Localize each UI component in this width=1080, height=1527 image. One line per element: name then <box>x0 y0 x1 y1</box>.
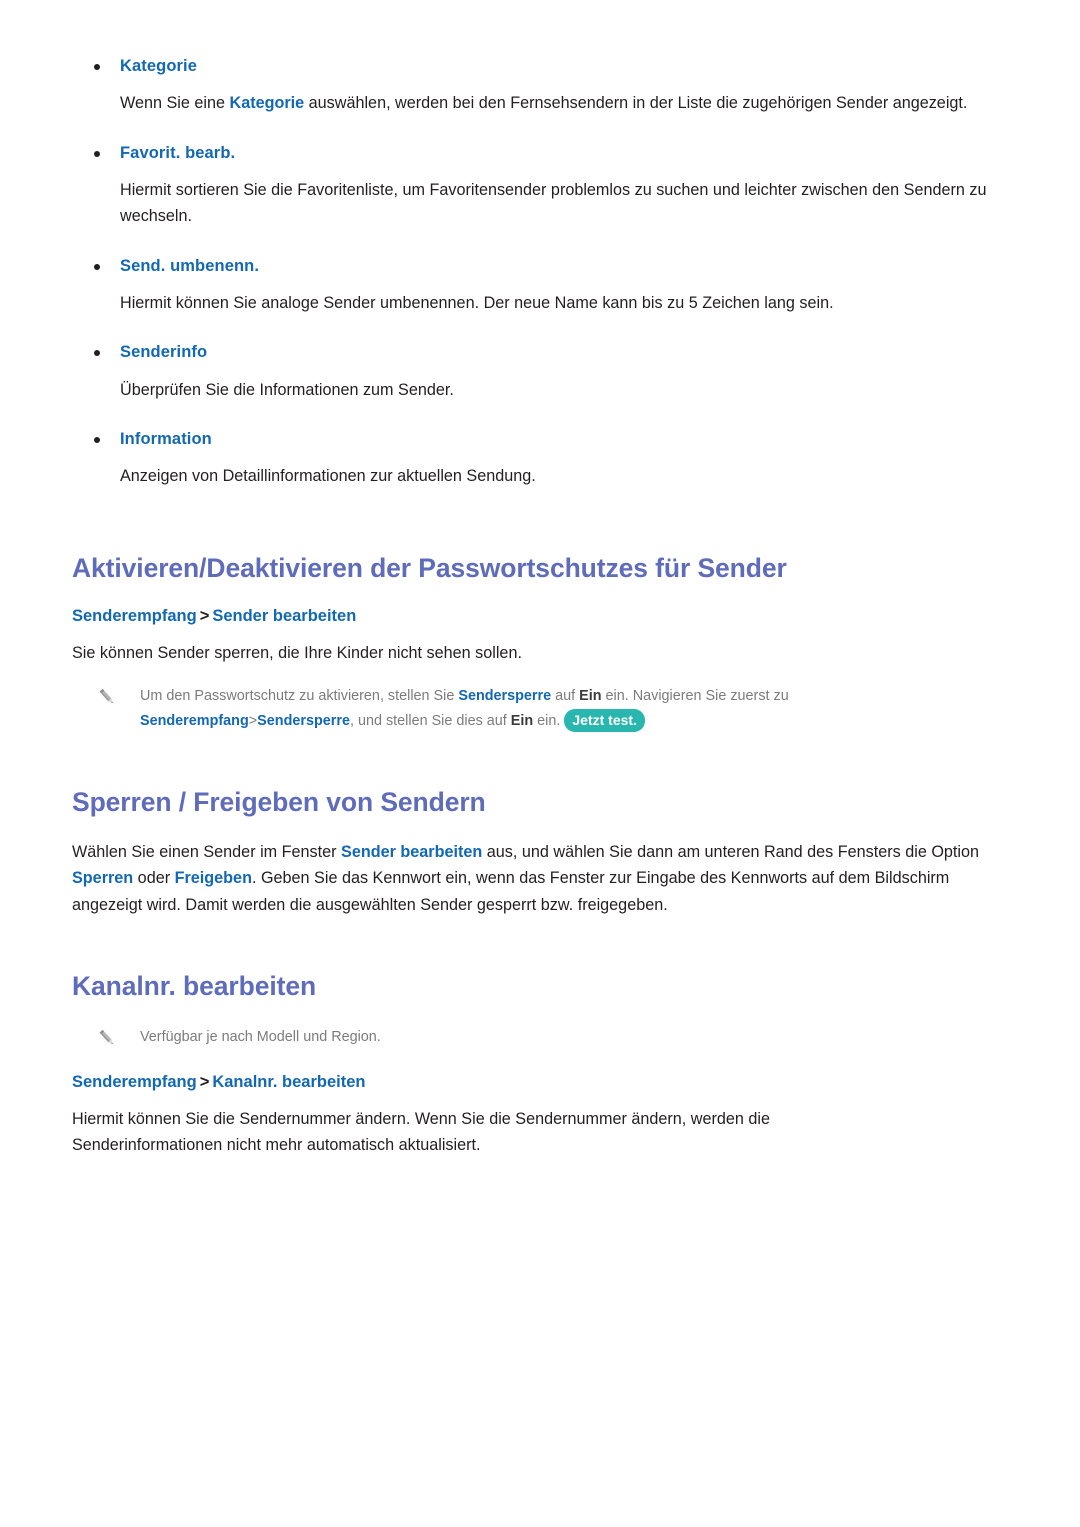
try-now-button[interactable]: Jetzt test. <box>564 709 645 733</box>
page-title-lock-unlock: Sperren / Freigeben von Sendern <box>72 786 486 817</box>
bullet-dot-icon <box>94 350 100 357</box>
inline-menu-kategorie: Kategorie <box>229 94 305 113</box>
paragraph-edit-channel-number: Hiermit können Sie die Sendernummer ände… <box>72 1110 770 1155</box>
bullet-dot-icon <box>94 436 100 443</box>
note-menu-sendersperre-2: Sendersperre <box>257 713 350 730</box>
paragraph-lock-unlock: Wählen Sie einen Sender im Fenster Sende… <box>72 839 992 918</box>
option-heading-senderinfo: Senderinfo <box>72 342 1000 363</box>
list-item: Senderinfo Überprüfen Sie die Informatio… <box>72 342 1000 403</box>
note-menu-senderempfang: Senderempfang <box>140 713 249 730</box>
option-label: Kategorie <box>120 57 198 75</box>
inline-menu-sperren: Sperren <box>72 869 134 888</box>
option-description-send-umbenenn: Hiermit können Sie analoge Sender umbene… <box>120 294 834 313</box>
note-text-5: ein. <box>533 713 565 730</box>
option-label: Favorit. bearb. <box>120 143 236 162</box>
bullet-dot-icon <box>94 64 100 70</box>
section-password-protection: Aktivieren/Deaktivieren der Passwortschu… <box>72 552 1000 734</box>
paragraph-password-intro: Sie können Sender sperren, die Ihre Kind… <box>72 644 522 663</box>
breadcrumb-sender-bearbeiten: Senderempfang > Sender bearbeiten <box>72 606 1000 627</box>
note-password-protection: Um den Passwortschutz zu aktivieren, ste… <box>90 684 1000 734</box>
note-text-model-region: Verfügbar je nach Modell und Region. <box>140 1028 381 1045</box>
note-text-3: ein. Navigieren Sie zuerst zu <box>601 688 789 705</box>
breadcrumb-item-first[interactable]: Senderempfang <box>72 1073 197 1091</box>
note-model-region: Verfügbar je nach Modell und Region. <box>90 1025 1000 1050</box>
option-description-kategorie: Wenn Sie eine Kategorie auswählen, werde… <box>120 90 1000 116</box>
breadcrumb-kanalnr-bearbeiten: Senderempfang > Kanalnr. bearbeiten <box>72 1072 1000 1093</box>
note-value-ein-2: Ein <box>510 713 534 730</box>
note-text-4: , und stellen Sie dies auf <box>349 713 511 730</box>
desc-text-tail: auswählen, werden bei den Fernsehsendern… <box>304 94 968 113</box>
option-label: Send. umbenenn. <box>120 256 260 275</box>
pencil-icon <box>96 686 118 708</box>
note-value-ein-1: Ein <box>579 688 602 705</box>
list-item: Send. umbenenn. Hiermit können Sie analo… <box>72 256 1000 317</box>
section-lock-unlock-channels: Sperren / Freigeben von Sendern Wählen S… <box>72 786 1000 918</box>
desc-text-lead: Wenn Sie eine <box>120 94 230 113</box>
inline-menu-freigeben: Freigeben <box>174 869 252 888</box>
lock-text-2: aus, und wählen Sie dann am unteren Rand… <box>482 843 980 862</box>
option-list: Kategorie Wenn Sie eine Kategorie auswäh… <box>72 56 1000 490</box>
list-item: Kategorie Wenn Sie eine Kategorie auswäh… <box>72 56 1000 117</box>
lock-text-3: oder <box>133 869 175 888</box>
breadcrumb-item-first[interactable]: Senderempfang <box>72 607 197 625</box>
option-label: Senderinfo <box>120 343 208 362</box>
note-menu-separator: > <box>248 713 258 730</box>
inline-menu-sender-bearbeiten: Sender bearbeiten <box>341 843 483 862</box>
note-text-2: auf <box>551 688 580 705</box>
note-menu-sendersperre-1: Sendersperre <box>458 688 552 705</box>
option-heading-send-umbenenn: Send. umbenenn. <box>72 256 1000 277</box>
option-description-information: Anzeigen von Detaillinformationen zur ak… <box>120 467 536 486</box>
breadcrumb-separator: > <box>199 606 210 625</box>
list-item: Favorit. bearb. Hiermit sortieren Sie di… <box>72 143 1000 230</box>
manual-page: Kategorie Wenn Sie eine Kategorie auswäh… <box>0 0 1080 1527</box>
page-title-password-protection: Aktivieren/Deaktivieren der Passwortschu… <box>72 552 787 583</box>
bullet-dot-icon <box>94 150 100 157</box>
breadcrumb-item-second[interactable]: Kanalnr. bearbeiten <box>212 1073 365 1091</box>
page-title-edit-channel-number: Kanalnr. bearbeiten <box>72 970 317 1001</box>
lock-text-1: Wählen Sie einen Sender im Fenster <box>72 843 342 862</box>
option-heading-favorit-bearb: Favorit. bearb. <box>72 143 1000 164</box>
bullet-dot-icon <box>94 263 100 270</box>
list-item: Information Anzeigen von Detaillinformat… <box>72 429 1000 490</box>
option-heading-information: Information <box>72 429 1000 450</box>
note-text-1: Um den Passwortschutz zu aktivieren, ste… <box>140 688 459 705</box>
option-label: Information <box>120 429 212 448</box>
option-description-senderinfo: Überprüfen Sie die Informationen zum Sen… <box>120 380 454 399</box>
section-edit-channel-number: Kanalnr. bearbeiten Verfügbar je nach Mo… <box>72 970 1000 1159</box>
option-description-favorit-bearb: Hiermit sortieren Sie die Favoritenliste… <box>120 181 987 226</box>
breadcrumb-separator: > <box>199 1072 210 1091</box>
pencil-icon <box>96 1027 118 1049</box>
breadcrumb-item-second[interactable]: Sender bearbeiten <box>212 607 356 625</box>
option-heading-kategorie: Kategorie <box>72 56 1000 77</box>
